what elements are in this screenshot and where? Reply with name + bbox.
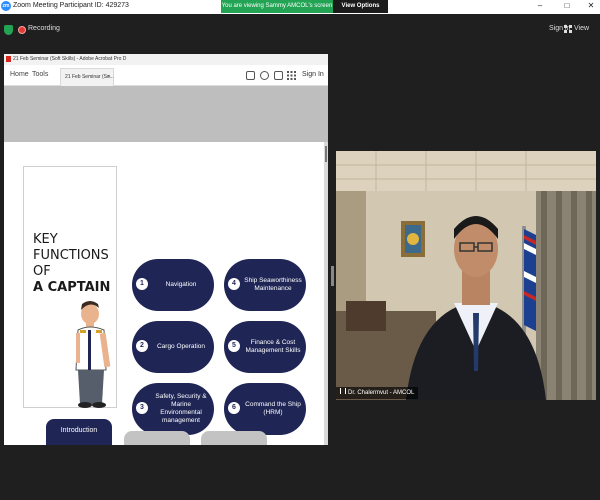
acrobat-window-title: 21 Feb Seminar (Soft Skills) - Adobe Acr…: [13, 56, 127, 62]
function-label: Ship Seaworthiness Maintenance: [244, 277, 302, 292]
slide-title-line-3: A CAPTAIN: [33, 280, 111, 295]
slide-tab[interactable]: [124, 431, 190, 445]
recording-label[interactable]: Recording: [28, 25, 60, 32]
split-divider-handle[interactable]: [331, 266, 334, 286]
view-options-button[interactable]: View Options: [333, 0, 388, 13]
document-canvas-margin: [4, 86, 328, 142]
participant-video: Dr. Chalermvut - AMCOL: [336, 151, 596, 400]
view-grid-icon: [564, 25, 572, 33]
zoom-logo-icon: zm: [1, 1, 11, 11]
pdf-icon: [6, 56, 11, 62]
presentation-slide: KEY FUNCTIONS OF A CAPTAIN 1 Navigation …: [4, 142, 324, 445]
slide-title-line-2: FUNCTIONS OF: [33, 248, 109, 279]
window-title: Zoom Meeting Participant ID: 429273: [13, 2, 129, 9]
shield-icon[interactable]: [4, 25, 13, 35]
acrobat-titlebar: 21 Feb Seminar (Soft Skills) - Adobe Acr…: [4, 54, 328, 65]
apps-grid-icon[interactable]: [287, 71, 296, 80]
help-icon[interactable]: [260, 71, 269, 80]
function-number: 3: [136, 402, 148, 414]
tab-home[interactable]: Home: [10, 71, 29, 78]
maximize-button[interactable]: □: [555, 0, 579, 13]
window-titlebar: zm Zoom Meeting Participant ID: 429273 Y…: [0, 0, 600, 14]
signal-bars-icon: [340, 388, 346, 394]
vertical-scrollbar[interactable]: [324, 142, 328, 445]
scrollbar-thumb[interactable]: [325, 146, 327, 162]
function-number: 6: [228, 402, 240, 414]
function-label: Safety, Security & Marine Environmental …: [155, 393, 207, 424]
acrobat-toolbar: Home Tools 21 Feb Seminar (So... × Sign …: [4, 65, 328, 86]
function-label: Command the Ship (HRM): [245, 401, 301, 416]
function-number: 1: [136, 278, 148, 290]
function-number: 2: [136, 340, 148, 352]
tab-tools[interactable]: Tools: [32, 71, 48, 78]
function-label: Cargo Operation: [156, 343, 206, 350]
function-label: Navigation: [165, 281, 197, 288]
function-safety-security: 3 Safety, Security & Marine Environmenta…: [132, 383, 214, 435]
recording-icon: [18, 26, 26, 34]
slide-title: KEY FUNCTIONS OF A CAPTAIN: [33, 232, 116, 296]
view-button[interactable]: View: [574, 25, 589, 32]
captain-illustration-icon: [75, 301, 111, 408]
meeting-topbar: Recording Sign in View: [0, 14, 600, 46]
function-number: 5: [228, 340, 240, 352]
minimize-button[interactable]: –: [528, 0, 552, 13]
acrobat-sign-in-button[interactable]: Sign In: [302, 71, 324, 78]
share-icon[interactable]: [246, 71, 255, 80]
function-cargo-operation: 2 Cargo Operation: [132, 321, 214, 373]
document-tab[interactable]: 21 Feb Seminar (So... ×: [60, 68, 114, 86]
close-tab-icon[interactable]: ×: [107, 69, 110, 85]
title-card: KEY FUNCTIONS OF A CAPTAIN: [23, 166, 117, 408]
close-button[interactable]: ✕: [579, 0, 600, 13]
function-number: 4: [228, 278, 240, 290]
viewing-screen-banner: You are viewing Sammy AMCOL's screen: [221, 0, 333, 13]
introduction-tab[interactable]: Introduction: [46, 419, 112, 445]
function-command-ship: 6 Command the Ship (HRM): [224, 383, 306, 435]
video-feed-image: [336, 151, 596, 400]
function-label: Finance & Cost Management Skills: [245, 339, 301, 354]
slide-tab[interactable]: [201, 431, 267, 445]
participant-name-label: Dr. Chalermvut - AMCOL: [336, 387, 419, 399]
function-ship-seaworthiness: 4 Ship Seaworthiness Maintenance: [224, 259, 306, 311]
shared-screen-acrobat: 21 Feb Seminar (Soft Skills) - Adobe Acr…: [4, 54, 328, 445]
notifications-icon[interactable]: [274, 71, 283, 80]
participant-name: Dr. Chalermvut - AMCOL: [348, 390, 415, 396]
function-finance-cost: 5 Finance & Cost Management Skills: [224, 321, 306, 373]
slide-title-line-1: KEY: [33, 232, 58, 247]
function-navigation: 1 Navigation: [132, 259, 214, 311]
